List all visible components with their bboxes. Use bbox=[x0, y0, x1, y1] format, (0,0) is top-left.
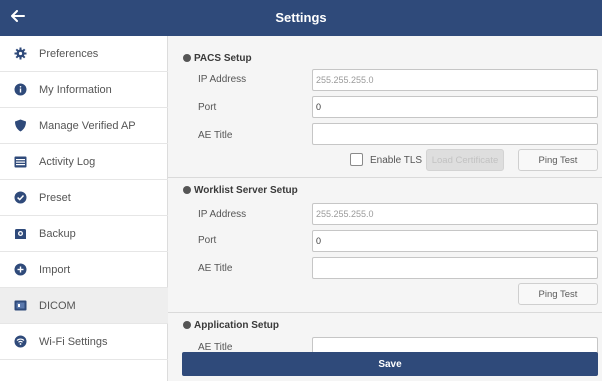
sidebar-item-label: Manage Verified AP bbox=[39, 119, 136, 132]
sidebar-item-label: Wi-Fi Settings bbox=[39, 335, 108, 348]
sidebar-item-backup[interactable]: Backup bbox=[0, 216, 168, 252]
section-title: Worklist Server Setup bbox=[194, 184, 298, 196]
dicom-icon bbox=[13, 299, 27, 313]
settings-content: PACS Setup IP Address 255.255.255.0 Port… bbox=[168, 36, 602, 381]
page-title: Settings bbox=[275, 10, 327, 25]
pacs-ae-title-label: AE Title bbox=[198, 130, 233, 141]
check-circle-icon bbox=[13, 191, 27, 205]
enable-tls-checkbox[interactable] bbox=[350, 153, 363, 166]
section-divider bbox=[168, 177, 602, 178]
sidebar-item-label: My Information bbox=[39, 83, 112, 96]
info-icon bbox=[13, 83, 27, 97]
worklist-ping-test-button[interactable]: Ping Test bbox=[518, 283, 598, 305]
section-title: PACS Setup bbox=[194, 52, 252, 64]
sidebar: Preferences My Information Manage Verifi… bbox=[0, 36, 168, 381]
sidebar-item-label: Import bbox=[39, 263, 71, 276]
sidebar-item-preferences[interactable]: Preferences bbox=[0, 36, 168, 72]
pacs-port-input[interactable]: 0 bbox=[312, 96, 598, 118]
backup-icon bbox=[13, 227, 27, 241]
sidebar-item-label: Preset bbox=[39, 191, 71, 204]
pacs-ping-test-button[interactable]: Ping Test bbox=[518, 149, 598, 171]
sidebar-item-manage-verified-ap[interactable]: Manage Verified AP bbox=[0, 108, 168, 144]
worklist-ae-title-input[interactable] bbox=[312, 257, 598, 279]
bullet-icon bbox=[183, 54, 191, 62]
worklist-setup-header: Worklist Server Setup bbox=[183, 182, 298, 198]
wifi-icon bbox=[13, 335, 27, 349]
section-title: Application Setup bbox=[194, 319, 279, 331]
sidebar-item-import[interactable]: Import bbox=[0, 252, 168, 288]
worklist-ip-label: IP Address bbox=[198, 209, 247, 220]
bullet-icon bbox=[183, 186, 191, 194]
sidebar-item-label: Backup bbox=[39, 227, 76, 240]
load-certificate-button[interactable]: Load Certificate bbox=[426, 149, 504, 171]
worklist-ae-title-label: AE Title bbox=[198, 263, 233, 274]
plus-circle-icon bbox=[13, 263, 27, 277]
sidebar-item-label: DICOM bbox=[39, 299, 76, 312]
sidebar-item-label: Preferences bbox=[39, 47, 99, 60]
arrow-left-icon bbox=[11, 9, 25, 27]
enable-tls-label: Enable TLS bbox=[370, 155, 423, 166]
sidebar-item-activity-log[interactable]: Activity Log bbox=[0, 144, 168, 180]
back-button[interactable] bbox=[0, 0, 36, 36]
worklist-port-input[interactable]: 0 bbox=[312, 230, 598, 252]
sidebar-item-wifi-settings[interactable]: Wi-Fi Settings bbox=[0, 324, 168, 360]
title-bar: Settings bbox=[0, 0, 602, 36]
sidebar-item-my-information[interactable]: My Information bbox=[0, 72, 168, 108]
sidebar-item-preset[interactable]: Preset bbox=[0, 180, 168, 216]
bullet-icon bbox=[183, 321, 191, 329]
save-button[interactable]: Save bbox=[182, 352, 598, 376]
list-icon bbox=[13, 155, 27, 169]
pacs-ip-label: IP Address bbox=[198, 74, 247, 85]
sidebar-item-dicom[interactable]: DICOM bbox=[0, 288, 168, 324]
shield-icon bbox=[13, 119, 27, 133]
worklist-ip-input[interactable]: 255.255.255.0 bbox=[312, 203, 598, 225]
pacs-setup-header: PACS Setup bbox=[183, 50, 252, 66]
gear-icon bbox=[13, 47, 27, 61]
section-divider bbox=[168, 312, 602, 313]
pacs-ip-input[interactable]: 255.255.255.0 bbox=[312, 69, 598, 91]
sidebar-item-label: Activity Log bbox=[39, 155, 96, 168]
pacs-port-label: Port bbox=[198, 102, 217, 113]
application-setup-header: Application Setup bbox=[183, 317, 279, 333]
pacs-ae-title-input[interactable] bbox=[312, 123, 598, 145]
worklist-port-label: Port bbox=[198, 235, 217, 246]
